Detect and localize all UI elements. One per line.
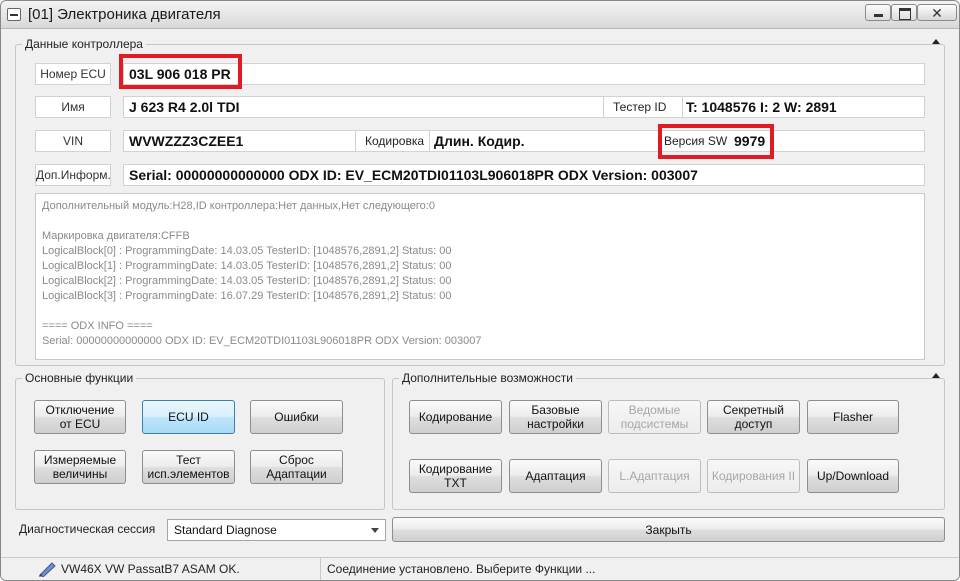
- sw-version-highlight: [658, 124, 774, 159]
- name-label: Имя: [35, 96, 111, 118]
- close-window-button[interactable]: ✕: [917, 4, 957, 21]
- adaptation-button[interactable]: Адаптация: [509, 459, 602, 493]
- info-line: Дополнительный модуль:H28,ID контроллера…: [42, 200, 435, 212]
- minimize-button[interactable]: [865, 4, 891, 21]
- info-line: [42, 304, 918, 319]
- connection-icon: [39, 562, 56, 577]
- controller-data-title: Данные контроллера: [22, 37, 146, 51]
- main-functions-group: Основные функции: [15, 371, 385, 510]
- l-adaptation-button[interactable]: L.Адаптация: [608, 459, 701, 493]
- coding-txt-button[interactable]: Кодирование TXT: [409, 459, 502, 493]
- info-line: Маркировка двигателя:CFFB: [42, 230, 190, 242]
- app-window: [01] Электроника двигателя ✕ Данные конт…: [0, 0, 960, 581]
- ecu-number-field[interactable]: 03L 906 018 PR: [123, 63, 925, 85]
- status-connection-text: Соединение установлено. Выберите Функции…: [327, 562, 596, 576]
- collapse-icon[interactable]: [932, 39, 940, 44]
- secret-access-button[interactable]: Секретный доступ: [707, 400, 800, 434]
- extra-info-label: Доп.Информ.: [35, 164, 111, 186]
- chevron-down-icon: [371, 528, 379, 533]
- ecu-id-button[interactable]: ECU ID: [142, 400, 235, 434]
- collapse-icon[interactable]: [932, 373, 940, 378]
- flasher-button[interactable]: Flasher: [807, 400, 899, 434]
- reset-adaptation-button[interactable]: Сброс Адаптации: [250, 450, 343, 484]
- tester-id-value: T: 1048576 I: 2 W: 2891: [682, 97, 837, 117]
- basic-settings-button[interactable]: Базовые настройки: [509, 400, 602, 434]
- up-download-button[interactable]: Up/Download: [807, 459, 899, 493]
- disconnect-ecu-button[interactable]: Отключение от ECU: [34, 400, 126, 434]
- status-vehicle-text: VW46X VW PassatB7 ASAM OK.: [61, 562, 240, 576]
- extra-info-field[interactable]: Serial: 00000000000000 ODX ID: EV_ECM20T…: [123, 164, 925, 186]
- close-icon: ✕: [931, 5, 943, 21]
- info-line: LogicalBlock[3] : ProgrammingDate: 16.07…: [42, 290, 452, 302]
- tester-id-label: Тестер ID: [603, 97, 673, 117]
- info-line: LogicalBlock[1] : ProgrammingDate: 14.03…: [42, 260, 452, 272]
- session-select[interactable]: Standard Diagnose: [167, 519, 386, 541]
- extra-functions-title: Дополнительные возможности: [399, 371, 576, 385]
- errors-button[interactable]: Ошибки: [250, 400, 343, 434]
- info-line: Serial: 00000000000000 ODX ID: EV_ECM20T…: [42, 335, 482, 347]
- window-menu-icon[interactable]: [7, 8, 21, 21]
- info-line: [42, 214, 918, 229]
- session-label: Диагностическая сессия: [19, 522, 156, 536]
- coding-value: Длин. Кодир.: [429, 131, 525, 151]
- coding-button[interactable]: Кодирование: [409, 400, 502, 434]
- status-cell-vehicle: VW46X VW PassatB7 ASAM OK.: [11, 558, 321, 580]
- close-button[interactable]: Закрыть: [392, 517, 945, 542]
- window-title: [01] Электроника двигателя: [28, 6, 221, 23]
- title-bar: [01] Электроника двигателя ✕: [1, 1, 959, 29]
- test-elements-button[interactable]: Тест исп.элементов: [142, 450, 235, 484]
- coding-ii-button[interactable]: Кодирования II: [707, 459, 800, 493]
- info-line: LogicalBlock[2] : ProgrammingDate: 14.03…: [42, 275, 452, 287]
- maximize-button[interactable]: [891, 4, 917, 21]
- ecu-number-highlight: [119, 54, 242, 89]
- main-functions-title: Основные функции: [22, 371, 137, 385]
- status-bar: VW46X VW PassatB7 ASAM OK. Соединение ус…: [1, 557, 959, 580]
- info-line: LogicalBlock[0] : ProgrammingDate: 14.03…: [42, 245, 452, 257]
- info-line: ==== ODX INFO ====: [42, 320, 153, 332]
- session-select-value: Standard Diagnose: [174, 523, 277, 537]
- measured-values-button[interactable]: Измеряемые величины: [34, 450, 126, 484]
- vin-label: VIN: [35, 130, 111, 152]
- controller-info-textarea[interactable]: Дополнительный модуль:H28,ID контроллера…: [35, 193, 925, 360]
- slave-systems-button[interactable]: Ведомые подсистемы: [608, 400, 701, 434]
- ecu-number-label: Номер ECU: [35, 63, 111, 85]
- coding-label: Кодировка: [355, 131, 429, 151]
